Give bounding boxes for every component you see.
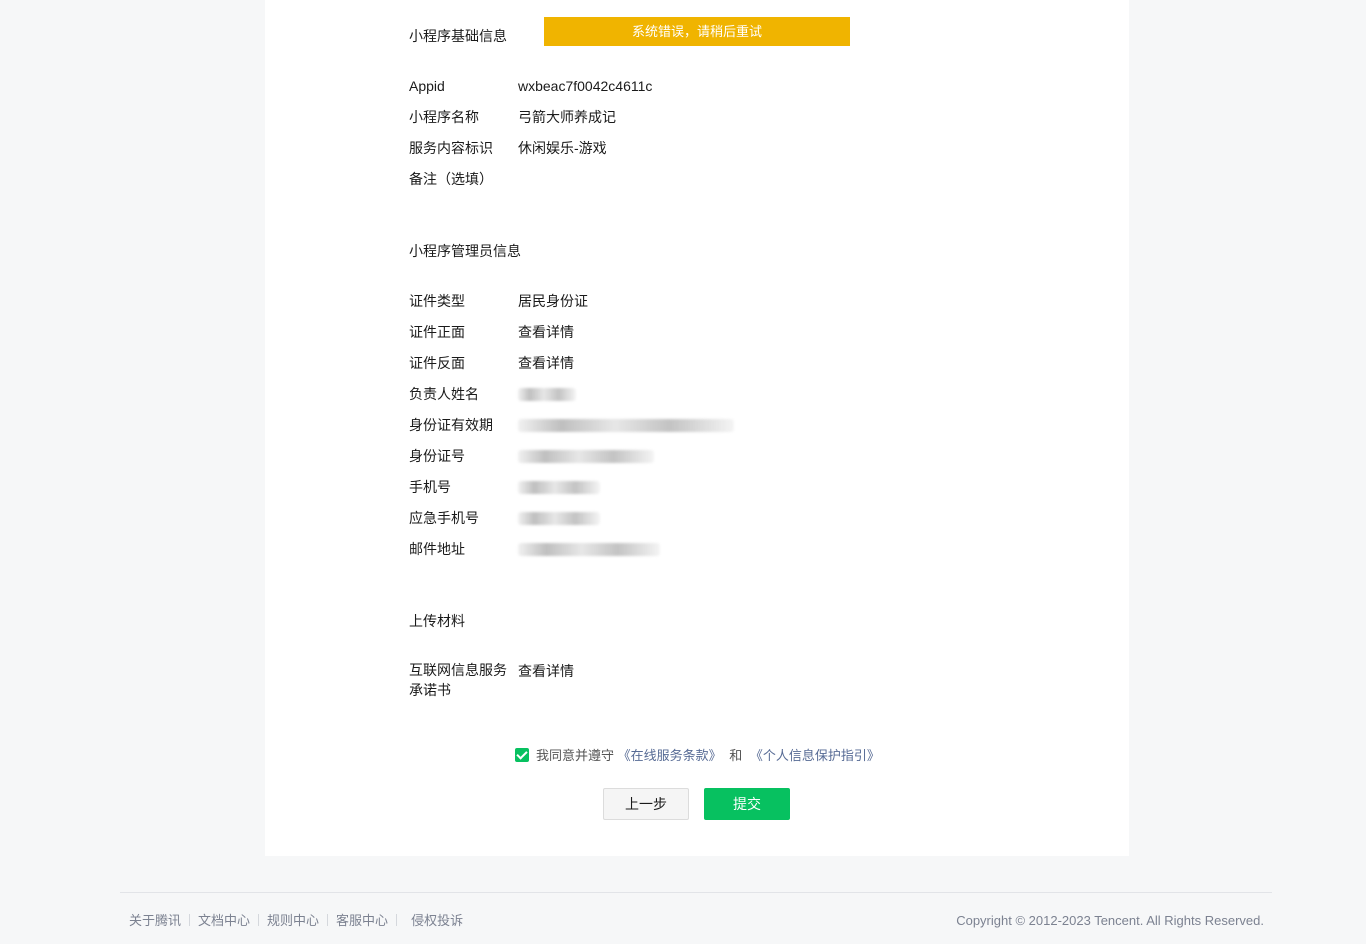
service-category-value: 休闲娱乐-游戏 <box>518 140 607 156</box>
cert-type-value: 居民身份证 <box>518 293 588 309</box>
id-number-redacted <box>518 450 654 463</box>
phone-row: 手机号 <box>409 476 1009 498</box>
id-number-row: 身份证号 <box>409 445 1009 467</box>
footer-divider <box>120 892 1272 893</box>
footer-link-complaint[interactable]: 侵权投诉 <box>411 913 463 928</box>
remark-row: 备注（选填） <box>409 168 1009 190</box>
terms-link[interactable]: 《在线服务条款》 <box>618 748 722 763</box>
agree-prefix: 我同意并遵守 <box>536 748 615 763</box>
id-validity-row: 身份证有效期 <box>409 414 1009 436</box>
prev-step-button[interactable]: 上一步 <box>603 788 689 820</box>
phone-label: 手机号 <box>409 479 451 495</box>
footer-separator <box>189 914 191 926</box>
appid-value: wxbeac7f0042c4611c <box>518 78 653 94</box>
footer-links: 关于腾讯 文档中心 规则中心 客服中心 侵权投诉 <box>129 912 463 930</box>
submit-button[interactable]: 提交 <box>704 788 790 820</box>
agree-checkbox[interactable] <box>515 748 529 762</box>
admin-info-title: 小程序管理员信息 <box>409 243 521 259</box>
id-number-label: 身份证号 <box>409 448 465 464</box>
owner-name-redacted <box>518 388 576 401</box>
error-toast: 系统错误，请稍后重试 <box>544 17 850 46</box>
cert-type-row: 证件类型 居民身份证 <box>409 290 1009 312</box>
cert-back-label: 证件反面 <box>409 355 465 371</box>
phone-redacted <box>518 481 600 494</box>
commitment-view-link[interactable]: 查看详情 <box>518 660 574 682</box>
commitment-row: 互联网信息服务承诺书 查看详情 <box>409 660 1009 704</box>
footer-separator <box>396 914 398 926</box>
privacy-link[interactable]: 《个人信息保护指引》 <box>750 748 880 763</box>
email-label: 邮件地址 <box>409 541 465 557</box>
emergency-phone-row: 应急手机号 <box>409 507 1009 529</box>
footer-link-rules[interactable]: 规则中心 <box>267 913 319 928</box>
agreement: 我同意并遵守 《在线服务条款》 和 《个人信息保护指引》 <box>515 747 880 765</box>
id-validity-redacted <box>518 419 734 432</box>
agree-and: 和 <box>729 748 743 763</box>
basic-info-title: 小程序基础信息 <box>409 28 507 44</box>
footer-link-support[interactable]: 客服中心 <box>336 913 388 928</box>
service-category-label: 服务内容标识 <box>409 140 493 156</box>
copyright: Copyright © 2012-2023 Tencent. All Right… <box>956 913 1264 928</box>
footer-separator <box>327 914 329 926</box>
main-card: 小程序基础信息 系统错误，请稍后重试 Appid wxbeac7f0042c46… <box>265 0 1129 856</box>
remark-label: 备注（选填） <box>409 171 493 187</box>
app-name-row: 小程序名称 弓箭大师养成记 <box>409 106 1009 128</box>
email-row: 邮件地址 <box>409 538 1009 560</box>
cert-front-row: 证件正面 查看详情 <box>409 321 1009 343</box>
cert-front-label: 证件正面 <box>409 324 465 340</box>
emergency-phone-label: 应急手机号 <box>409 510 479 526</box>
appid-row: Appid wxbeac7f0042c4611c <box>409 75 1009 97</box>
cert-front-view-link[interactable]: 查看详情 <box>518 321 574 343</box>
emergency-phone-redacted <box>518 512 600 525</box>
owner-name-label: 负责人姓名 <box>409 386 479 402</box>
owner-name-row: 负责人姓名 <box>409 383 1009 405</box>
appid-label: Appid <box>409 78 445 94</box>
footer-link-about[interactable]: 关于腾讯 <box>129 913 181 928</box>
cert-type-label: 证件类型 <box>409 293 465 309</box>
footer-separator <box>258 914 260 926</box>
cert-back-view-link[interactable]: 查看详情 <box>518 352 574 374</box>
email-redacted <box>518 543 660 556</box>
id-validity-label: 身份证有效期 <box>409 417 493 433</box>
cert-back-row: 证件反面 查看详情 <box>409 352 1009 374</box>
app-name-label: 小程序名称 <box>409 109 479 125</box>
service-category-row: 服务内容标识 休闲娱乐-游戏 <box>409 137 1009 159</box>
upload-title: 上传材料 <box>409 613 465 629</box>
footer-link-docs[interactable]: 文档中心 <box>198 913 250 928</box>
app-name-value: 弓箭大师养成记 <box>518 109 616 125</box>
commitment-label: 互联网信息服务承诺书 <box>409 662 507 698</box>
